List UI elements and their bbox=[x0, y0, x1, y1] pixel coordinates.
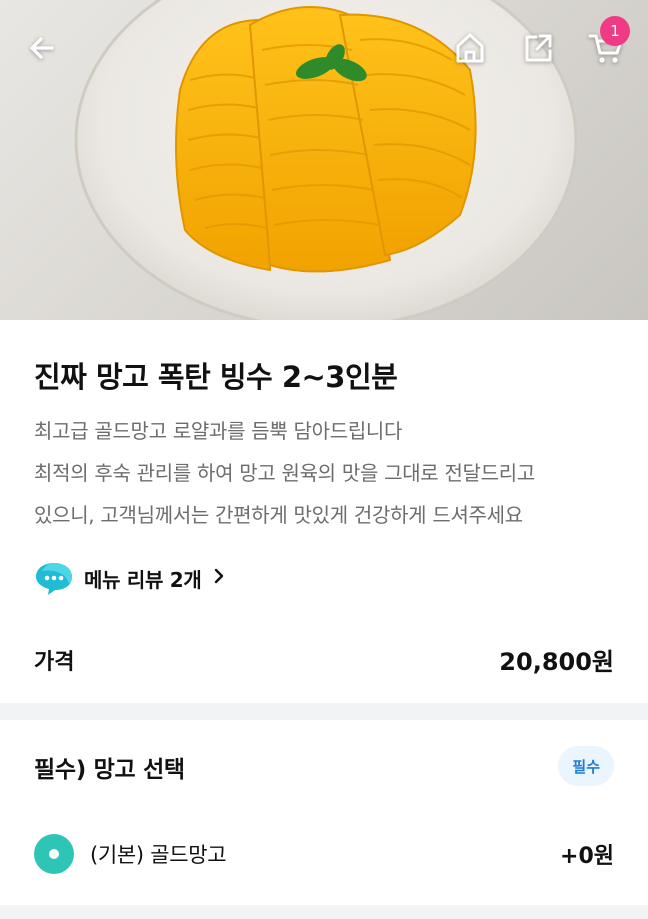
review-link-label: 메뉴 리뷰 2개 bbox=[84, 567, 202, 592]
cart-button[interactable]: 1 bbox=[584, 16, 630, 70]
option-item[interactable]: (기본) 골드망고 +0원 bbox=[34, 834, 614, 874]
chevron-right-icon bbox=[213, 566, 225, 590]
radio-selected-icon[interactable] bbox=[34, 834, 74, 874]
home-icon bbox=[456, 33, 484, 63]
option-price: +0원 bbox=[560, 844, 614, 869]
speech-bubble-icon bbox=[36, 563, 72, 595]
required-badge: 필수 bbox=[558, 746, 614, 786]
description-line: 최적의 후숙 관리를 하여 망고 원육의 맛을 그대로 전달드리고 bbox=[34, 461, 535, 485]
product-info-section: 진짜 망고 폭탄 빙수 2~3인분 최고급 골드망고 로얄과를 듬뿍 담아드립니… bbox=[0, 320, 648, 703]
description-line: 최고급 골드망고 로얄과를 듬뿍 담아드립니다 bbox=[34, 419, 403, 443]
share-button[interactable] bbox=[516, 26, 560, 70]
cart-count-badge: 1 bbox=[600, 16, 630, 46]
product-image: 1 bbox=[0, 0, 648, 320]
description-line: 있으니, 고객님께서는 간편하게 맛있게 건강하게 드셔주세요 bbox=[34, 503, 523, 527]
menu-review-link[interactable]: 메뉴 리뷰 2개 bbox=[34, 560, 225, 596]
option-label: (기본) 골드망고 bbox=[90, 843, 227, 867]
option-group-mango: 필수) 망고 선택 필수 (기본) 골드망고 +0원 bbox=[0, 720, 648, 905]
price-row: 가격 20,800원 bbox=[34, 642, 614, 677]
arrow-left-icon bbox=[30, 37, 54, 59]
price-value: 20,800원 bbox=[499, 648, 614, 676]
share-icon bbox=[525, 34, 552, 62]
product-title: 진짜 망고 폭탄 빙수 2~3인분 bbox=[34, 360, 398, 394]
option-group-title: 필수) 망고 선택 bbox=[34, 757, 185, 783]
back-button[interactable] bbox=[20, 26, 64, 70]
home-button[interactable] bbox=[448, 26, 492, 70]
price-label: 가격 bbox=[34, 649, 75, 675]
product-description: 최고급 골드망고 로얄과를 듬뿍 담아드립니다 최적의 후숙 관리를 하여 망고… bbox=[34, 410, 624, 536]
